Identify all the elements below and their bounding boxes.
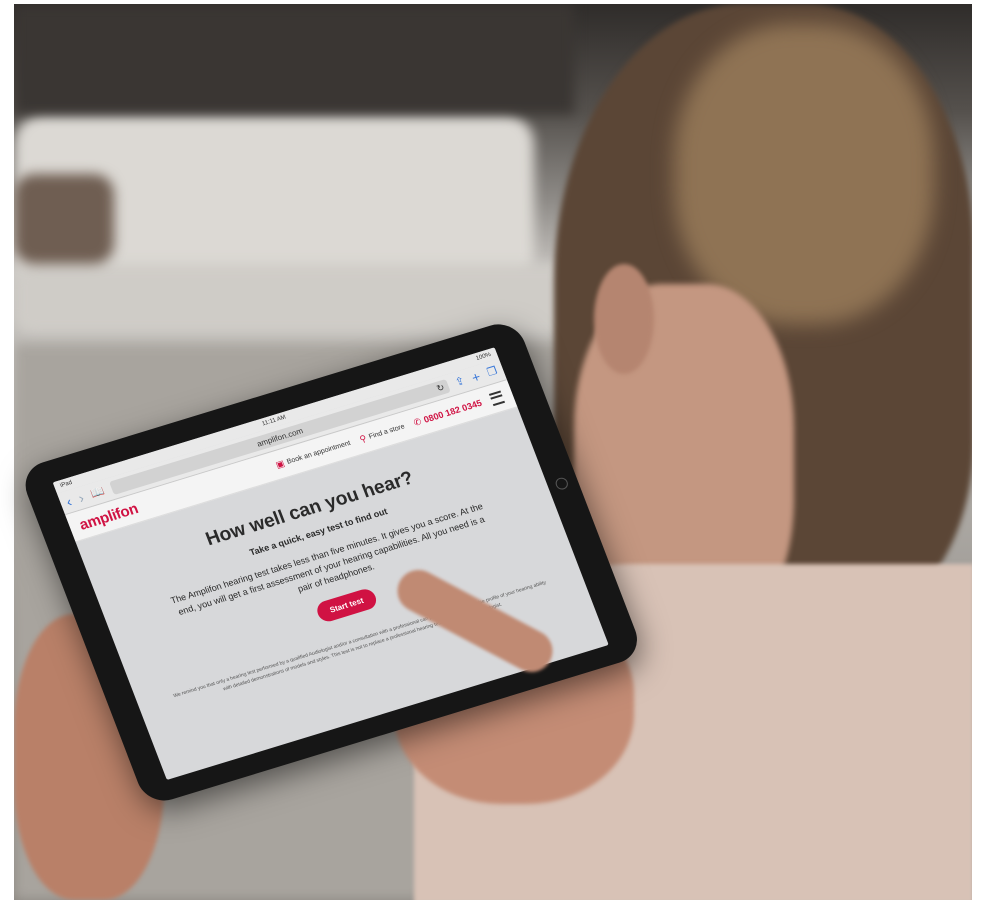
location-pin-icon: ⚲: [357, 432, 368, 444]
new-tab-icon[interactable]: +: [469, 368, 483, 385]
share-icon[interactable]: ⇪: [453, 374, 466, 388]
device-label: iPad: [59, 479, 74, 490]
tablet-wrap: iPad 11:11 AM 100% ‹ › 📖 amplifon.com ↻ …: [0, 0, 981, 900]
tablet: iPad 11:11 AM 100% ‹ › 📖 amplifon.com ↻ …: [18, 317, 645, 807]
camera-dot: [553, 476, 570, 491]
tabs-icon[interactable]: ❐: [485, 365, 499, 379]
phone-icon: ✆: [411, 415, 423, 428]
hamburger-menu-icon[interactable]: [488, 390, 505, 406]
find-store-link[interactable]: ⚲ Find a store: [358, 421, 406, 445]
reload-icon[interactable]: ↻: [435, 382, 446, 394]
find-store-label: Find a store: [367, 422, 406, 441]
start-test-button[interactable]: Start test: [313, 586, 380, 625]
forward-icon[interactable]: ›: [76, 490, 86, 506]
tablet-screen: iPad 11:11 AM 100% ‹ › 📖 amplifon.com ↻ …: [52, 347, 609, 781]
back-icon[interactable]: ‹: [64, 493, 74, 509]
calendar-icon: ▣: [274, 457, 286, 470]
bookmarks-icon[interactable]: 📖: [89, 485, 106, 500]
